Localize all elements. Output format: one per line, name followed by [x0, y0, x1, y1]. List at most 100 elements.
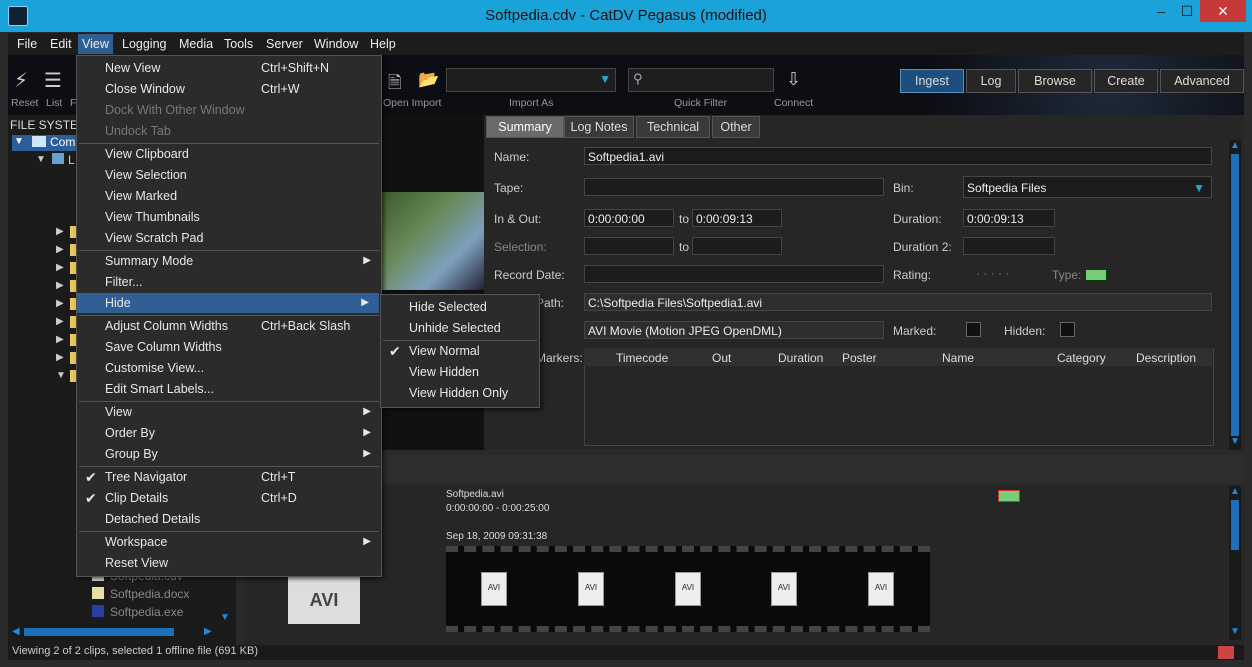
menu-item-close-window[interactable]: Close Window Ctrl+W [77, 79, 381, 99]
menu-item-filter[interactable]: Filter... [77, 272, 381, 292]
advanced-button[interactable]: Advanced [1160, 69, 1244, 93]
menu-logging[interactable]: Logging [122, 37, 167, 51]
tab-technical[interactable]: Technical [636, 116, 710, 138]
column-category[interactable]: Category [1057, 351, 1106, 365]
close-button[interactable]: ✕ [1200, 0, 1246, 22]
selection-out-field[interactable] [692, 237, 782, 255]
create-button[interactable]: Create [1094, 69, 1158, 93]
tape-field[interactable] [584, 178, 884, 196]
menu-item-adjust-column-widths[interactable]: Adjust Column Widths Ctrl+Back Slash [77, 316, 381, 336]
tree-item-drive[interactable]: L [68, 153, 75, 167]
scroll-left-icon[interactable]: ◀ [12, 626, 20, 637]
scroll-up-icon[interactable]: ▲ [1230, 140, 1240, 151]
horizontal-scrollbar[interactable]: ◀ ▶ [10, 626, 216, 638]
column-timecode[interactable]: Timecode [616, 351, 668, 365]
quick-filter-input[interactable]: ⚲ [628, 68, 774, 92]
reset-icon[interactable]: ⚡ [14, 68, 28, 93]
expand-icon[interactable]: ▼ [56, 370, 66, 381]
error-indicator-icon[interactable] [1218, 646, 1234, 659]
maximize-button[interactable]: ☐ [1174, 0, 1200, 22]
menu-item-view-clipboard[interactable]: View Clipboard [77, 144, 381, 164]
menu-item-group-by[interactable]: Group By ▶ [77, 444, 381, 464]
menu-item-detached-details[interactable]: Detached Details [77, 509, 381, 529]
menu-item-workspace[interactable]: Workspace ▶ [77, 532, 381, 552]
out-field[interactable]: 0:00:09:13 [692, 209, 782, 227]
menu-item-reset-view[interactable]: Reset View [77, 553, 381, 573]
path-field[interactable]: C:\Softpedia Files\Softpedia1.avi [584, 293, 1212, 311]
menu-item-hide-selected[interactable]: Hide Selected [381, 297, 539, 317]
menu-media[interactable]: Media [179, 37, 213, 51]
menu-item-summary-mode[interactable]: Summary Mode ▶ [77, 251, 381, 271]
menu-item-view-hidden-only[interactable]: View Hidden Only [381, 383, 539, 403]
column-name[interactable]: Name [942, 351, 974, 365]
scroll-thumb[interactable] [1231, 500, 1239, 550]
import-icon[interactable]: 📂 [418, 70, 439, 90]
scroll-down-icon[interactable]: ▼ [1230, 626, 1240, 637]
menu-item-new-view[interactable]: New View Ctrl+Shift+N [77, 58, 381, 78]
selection-in-field[interactable] [584, 237, 674, 255]
menu-item-view-scratch-pad[interactable]: View Scratch Pad [77, 228, 381, 248]
ingest-button[interactable]: Ingest [900, 69, 964, 93]
menu-help[interactable]: Help [370, 37, 396, 51]
browse-button[interactable]: Browse [1018, 69, 1092, 93]
collapse-icon[interactable]: ▶ [56, 244, 64, 255]
scroll-right-icon[interactable]: ▶ [204, 626, 212, 637]
menu-item-tree-navigator[interactable]: ✔ Tree Navigator Ctrl+T [77, 467, 381, 487]
clip-list-scrollbar[interactable]: ▲ ▼ [1229, 486, 1241, 640]
tab-summary[interactable]: Summary [486, 116, 564, 138]
connect-icon[interactable]: ⇩ [786, 69, 801, 90]
collapse-icon[interactable]: ▶ [56, 352, 64, 363]
tab-other[interactable]: Other [712, 116, 760, 138]
column-poster[interactable]: Poster [842, 351, 877, 365]
duration2-field[interactable] [963, 237, 1055, 255]
list-icon[interactable]: ☰ [44, 68, 62, 93]
column-out[interactable]: Out [712, 351, 731, 365]
scroll-down-icon[interactable]: ▼ [1230, 436, 1240, 447]
menu-item-view-sub[interactable]: View ▶ [77, 402, 381, 422]
marked-checkbox[interactable] [966, 322, 981, 337]
splitter-bar[interactable] [244, 455, 1244, 483]
menu-item-view-marked[interactable]: View Marked [77, 186, 381, 206]
collapse-icon[interactable]: ▶ [56, 262, 64, 273]
collapse-icon[interactable]: ▶ [56, 334, 64, 345]
menu-item-view-normal[interactable]: ✔ View Normal [381, 341, 539, 361]
menu-tools[interactable]: Tools [224, 37, 253, 51]
menu-item-edit-smart-labels[interactable]: Edit Smart Labels... [77, 379, 381, 399]
file-item-docx[interactable]: Softpedia.docx [110, 587, 189, 601]
column-duration[interactable]: Duration [778, 351, 823, 365]
rating-stars[interactable]: · · · · · [976, 266, 1009, 280]
duration-field[interactable]: 0:00:09:13 [963, 209, 1055, 227]
collapse-icon[interactable]: ▶ [56, 280, 64, 291]
tab-log-notes[interactable]: Log Notes [564, 116, 634, 138]
in-field[interactable]: 0:00:00:00 [584, 209, 674, 227]
menu-item-hide[interactable]: Hide ▶ [77, 293, 379, 313]
collapse-icon[interactable]: ▶ [56, 226, 64, 237]
scroll-thumb[interactable] [24, 628, 174, 636]
hidden-checkbox[interactable] [1060, 322, 1075, 337]
menu-file[interactable]: File [17, 37, 37, 51]
log-button[interactable]: Log [966, 69, 1016, 93]
collapse-icon[interactable]: ▶ [56, 316, 64, 327]
menu-item-view-hidden[interactable]: View Hidden [381, 362, 539, 382]
video-preview[interactable] [380, 192, 484, 290]
minimize-button[interactable]: – [1148, 0, 1174, 22]
file-item-exe[interactable]: Softpedia.exe [110, 605, 183, 619]
menu-view[interactable]: View [78, 34, 113, 54]
scroll-down-icon[interactable]: ▼ [220, 612, 230, 623]
name-field[interactable]: Softpedia1.avi [584, 147, 1212, 165]
menu-item-view-thumbnails[interactable]: View Thumbnails [77, 207, 381, 227]
menu-item-order-by[interactable]: Order By ▶ [77, 423, 381, 443]
menu-item-save-column-widths[interactable]: Save Column Widths [77, 337, 381, 357]
record-date-field[interactable] [584, 265, 884, 283]
details-scrollbar[interactable]: ▲ ▼ [1229, 140, 1241, 450]
menu-item-clip-details[interactable]: ✔ Clip Details Ctrl+D [77, 488, 381, 508]
import-as-dropdown[interactable]: ▼ [446, 68, 616, 92]
menu-item-view-selection[interactable]: View Selection [77, 165, 381, 185]
menu-item-unhide-selected[interactable]: Unhide Selected [381, 318, 539, 338]
column-description[interactable]: Description [1136, 351, 1196, 365]
menu-window[interactable]: Window [314, 37, 358, 51]
tree-item-computer[interactable]: Com [50, 135, 75, 149]
menu-server[interactable]: Server [266, 37, 303, 51]
menu-edit[interactable]: Edit [50, 37, 72, 51]
open-icon[interactable]: 🗎 [388, 70, 402, 99]
